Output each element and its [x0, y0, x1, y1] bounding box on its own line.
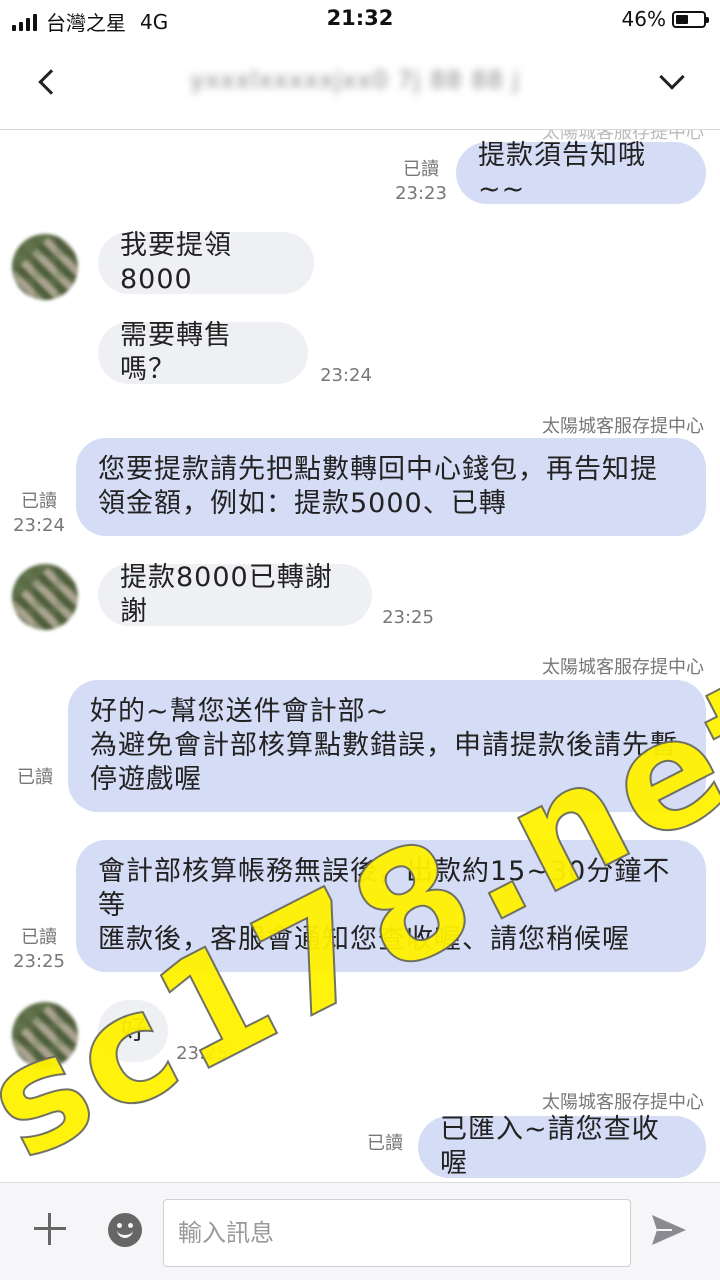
- send-icon[interactable]: [650, 1213, 688, 1247]
- avatar[interactable]: [12, 234, 78, 300]
- read-label: 已讀: [367, 1133, 403, 1154]
- status-right: 46%: [621, 7, 709, 31]
- message-bubble-incoming[interactable]: 提款8000已轉謝謝: [98, 562, 372, 627]
- read-label: 已讀: [21, 491, 57, 512]
- battery-percent: 46%: [621, 7, 666, 31]
- battery-icon: [672, 10, 709, 28]
- message-time: 23:25: [13, 951, 65, 972]
- message-time: 23:24: [13, 515, 65, 536]
- read-receipt: 已讀 23:24: [12, 490, 66, 538]
- plus-icon[interactable]: [30, 1209, 70, 1249]
- message-bubble-incoming[interactable]: 需要轉售嗎？: [98, 320, 308, 385]
- chat-header: yxxxlxxxxxjxx0 7j 88 88 j: [0, 38, 720, 130]
- read-label: 已讀: [21, 927, 57, 948]
- read-receipt: 已讀 23:23: [394, 158, 448, 206]
- message-line: 您要提款請先把點數轉回中心錢包，再告知提: [98, 454, 658, 485]
- sender-label: 太陽城客服存提中心: [542, 1092, 704, 1113]
- message-time: 23:24: [320, 365, 372, 386]
- status-bar: 台灣之星 4G 21:32 46%: [0, 0, 720, 38]
- emoji-mouth: [117, 1229, 133, 1238]
- read-label: 已讀: [17, 767, 53, 788]
- read-label: 已讀: [403, 159, 439, 180]
- emoji-icon[interactable]: [108, 1213, 142, 1247]
- message-input[interactable]: [163, 1199, 631, 1267]
- read-receipt: 已讀 23:25: [12, 926, 66, 974]
- message-bubble-incoming[interactable]: 我要提領8000: [98, 230, 314, 295]
- message-text: 提款8000已轉謝謝: [120, 562, 333, 627]
- sender-label: 太陽城客服存提中心: [542, 416, 704, 437]
- back-button[interactable]: [26, 60, 70, 104]
- message-bubble-outgoing[interactable]: 已匯入~請您查收喔: [418, 1114, 706, 1179]
- message-input-bar: [0, 1182, 720, 1280]
- message-time: 23:25: [382, 607, 434, 628]
- chevron-down-icon: [659, 64, 685, 90]
- avatar[interactable]: [12, 564, 78, 630]
- message-text: 需要轉售嗎？: [120, 320, 232, 385]
- chevron-left-icon: [38, 69, 64, 95]
- chat-menu-button[interactable]: [650, 60, 694, 104]
- battery-fill: [676, 14, 688, 24]
- message-line: 領金額，例如：提款5000、已轉: [98, 488, 507, 519]
- message-bubble-outgoing[interactable]: 提款須告知哦~~: [456, 140, 706, 205]
- contact-name[interactable]: yxxxlxxxxxjxx0 7j 88 88 j: [190, 66, 530, 98]
- clock: 21:32: [326, 6, 394, 30]
- message-text: 已匯入~請您查收喔: [440, 1114, 660, 1179]
- message-time: 23:23: [395, 183, 447, 204]
- message-text: 我要提領8000: [120, 230, 232, 295]
- message-text: 提款須告知哦~~: [478, 140, 646, 205]
- message-bubble-outgoing[interactable]: 您要提款請先把點數轉回中心錢包，再告知提 領金額，例如：提款5000、已轉: [76, 438, 706, 536]
